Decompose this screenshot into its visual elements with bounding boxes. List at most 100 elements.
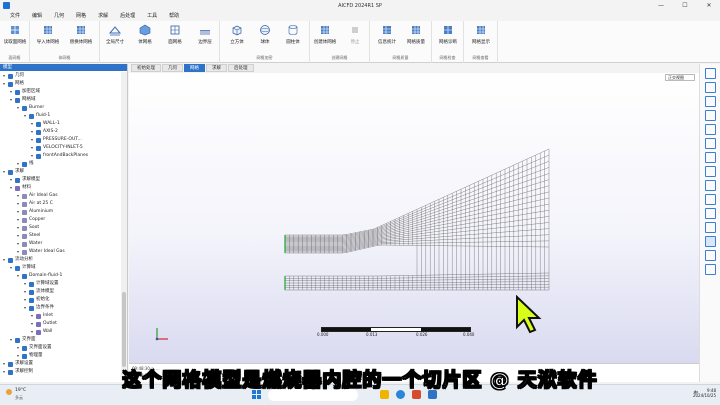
tree-item[interactable]: ▾ 初始化 [24, 296, 50, 304]
tree-item[interactable]: ▾ 网格域 [10, 96, 36, 104]
tree-scrollbar[interactable] [121, 72, 127, 378]
tab-postprocess[interactable]: 后处理 [228, 64, 254, 72]
import-volume-mesh-button[interactable]: 导入体网格 [33, 24, 63, 50]
rotate-icon[interactable] [705, 180, 716, 191]
menu-geometry[interactable]: 几何 [48, 12, 70, 21]
fit-view-icon[interactable] [705, 68, 716, 79]
tree-item[interactable]: ▾ WALL-1 [31, 120, 60, 128]
mesh-edge [535, 188, 541, 190]
axis-y-icon[interactable] [705, 96, 716, 107]
minimize-button[interactable]: — [654, 1, 668, 10]
tree-item[interactable]: ▾ 几何 [3, 72, 24, 80]
tab-geometry[interactable]: 几何 [162, 64, 183, 72]
tree-item[interactable]: ▾ 求解 [3, 168, 24, 176]
cube-button[interactable]: 立方体 [222, 24, 252, 50]
mesh-edge [513, 162, 519, 166]
tree-item[interactable]: ▾ frontAndBackPlanes [31, 152, 88, 160]
tree-item[interactable]: ▾ Aluminium [17, 208, 53, 216]
tree-item[interactable]: ▾ Wall [31, 328, 52, 336]
mesh-edge [430, 217, 435, 220]
tree-item[interactable]: ▾ 线 [17, 160, 34, 168]
cylinder-button[interactable]: 圆柱体 [278, 24, 308, 50]
camera-icon[interactable] [705, 264, 716, 275]
face-mesh-button[interactable]: 面网格 [160, 24, 190, 50]
tree-item[interactable]: ▾ Burner [17, 104, 44, 112]
tree-item[interactable]: ▾ 计算域 [10, 264, 36, 272]
tree-item[interactable]: ▾ Water Ideal Gas [17, 248, 65, 256]
create-volume-mesh-button[interactable]: 创建体网格 [310, 24, 340, 50]
tree-item[interactable]: ▾ 流体模型 [24, 288, 54, 296]
stop-button[interactable]: 停止 [340, 24, 370, 50]
tab-mesh[interactable]: 网格 [184, 64, 205, 72]
pan-icon[interactable] [705, 208, 716, 219]
mesh-edge [430, 220, 435, 222]
mesh-quality-button[interactable]: 网格质量 [401, 24, 431, 50]
tree-item[interactable]: ▾ 边界条件 [24, 304, 54, 312]
chart-view-3-icon[interactable] [705, 152, 716, 163]
tree-item[interactable]: ▾ Water [17, 240, 42, 248]
mesh-edge [394, 224, 400, 227]
tree-item[interactable]: ▾ fluid-1 [24, 112, 50, 120]
maximize-button[interactable]: ☐ [678, 1, 692, 10]
mesh-display-button[interactable]: 网格显示 [466, 24, 496, 50]
tab-solve[interactable]: 求解 [206, 64, 227, 72]
tree-item[interactable]: ▾ Air Ideal Gas [17, 192, 58, 200]
screenshot-icon[interactable] [705, 250, 716, 261]
mesh-edge [456, 220, 462, 223]
tree-item[interactable]: ▾ 计算域设置 [24, 280, 59, 288]
read-surface-mesh-button[interactable]: 读取面网格 [0, 24, 30, 50]
tree-item-label: Wall [43, 329, 53, 334]
mesh-edge [399, 232, 404, 234]
tree-item[interactable]: ▾ Inlet [31, 312, 53, 320]
tree-item[interactable]: ▾ 物理量 [17, 352, 43, 360]
volume-mesh-button[interactable]: 体网格 [130, 24, 160, 50]
tree-item[interactable]: ▾ 网格 [3, 80, 24, 88]
tree-item[interactable]: ▾ Outlet [31, 320, 57, 328]
tree-item[interactable]: ▾ Copper [17, 216, 45, 224]
zoom-icon[interactable] [705, 194, 716, 205]
mesh-view-icon[interactable] [705, 236, 716, 247]
menu-file[interactable]: 文件 [4, 12, 26, 21]
menu-solve[interactable]: 求解 [92, 12, 114, 21]
tree-item[interactable]: ▾ AXIS-2 [31, 128, 58, 136]
menu-tools[interactable]: 工具 [141, 12, 163, 21]
tree-item[interactable]: ▾ 流动分析 [3, 256, 33, 264]
tree-item[interactable]: ▾ Soot [17, 224, 39, 232]
tree-item[interactable]: ▾ PRESSURE-OUT... [31, 136, 82, 144]
chart-view-icon[interactable] [705, 124, 716, 135]
mesh-edge [513, 183, 519, 186]
tree-item[interactable]: ▾ VELOCITY-INLET-5 [31, 144, 83, 152]
mesh-diagnose-button[interactable]: 网格诊断 [433, 24, 463, 50]
boundary-layer-button[interactable]: 边界层 [190, 24, 220, 50]
global-size-button[interactable]: 全局尺寸 [100, 24, 130, 50]
close-button[interactable]: ✕ [702, 1, 716, 10]
replace-volume-mesh-button[interactable]: 替换体网格 [66, 24, 96, 50]
app-window: AICFD 2024R1 SP — ☐ ✕ 文件 编辑 几何 网格 求解 后处理… [0, 0, 720, 405]
tree-item[interactable]: ▾ 材料 [10, 184, 31, 192]
tree-item[interactable]: ▾ 交界面 [10, 336, 36, 344]
mesh-edge [359, 232, 365, 235]
scrollbar-thumb[interactable] [122, 292, 126, 367]
chart-view-2-icon[interactable] [705, 138, 716, 149]
menu-help[interactable]: 帮助 [163, 12, 185, 21]
tab-preprocess[interactable]: 初始处理 [131, 64, 161, 72]
mesh-edge [350, 236, 356, 239]
tree-item[interactable]: ▾ 加密区域 [10, 88, 40, 96]
tree-item[interactable]: ▾ Domain-fluid-1 [17, 272, 62, 280]
tree-item[interactable]: ▾ 求解模型 [10, 176, 40, 184]
settings-icon[interactable] [705, 222, 716, 233]
mesh-edge [491, 209, 497, 211]
statistics-button[interactable]: 信息统计 [372, 24, 402, 50]
menu-edit[interactable]: 编辑 [26, 12, 48, 21]
graphics-viewport[interactable]: 正交视图 0.000 0.013 0.026 0.040 [129, 73, 699, 363]
menu-mesh[interactable]: 网格 [70, 12, 92, 21]
tree-item[interactable]: ▾ 交界面设置 [17, 344, 52, 352]
tree-item[interactable]: ▾ Air at 25 C [17, 200, 53, 208]
sphere-button[interactable]: 球体 [250, 24, 280, 50]
menu-postprocess[interactable]: 后处理 [114, 12, 141, 21]
axis-z-icon[interactable] [705, 110, 716, 121]
tree-item[interactable]: ▾ Steel [17, 232, 40, 240]
chart-view-4-icon[interactable] [705, 166, 716, 177]
mesh-edge [390, 225, 396, 228]
axis-x-icon[interactable] [705, 82, 716, 93]
